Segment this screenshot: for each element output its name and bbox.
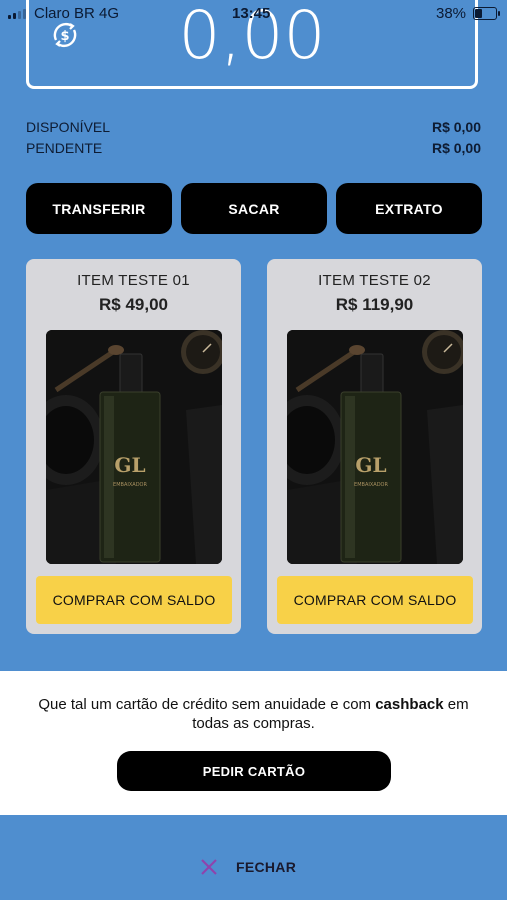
product-card: ITEM TESTE 02 R$ 119,90 GL EMBAIXADOR CO… (267, 259, 482, 634)
clock: 13:45 (232, 5, 271, 22)
available-value: R$ 0,00 (431, 119, 481, 135)
transfer-button[interactable]: TRANSFERIR (26, 183, 172, 234)
product-name: ITEM TESTE 01 (77, 272, 190, 289)
pending-label: PENDENTE (26, 140, 103, 156)
svg-text:GL: GL (114, 453, 145, 477)
buy-with-balance-button[interactable]: COMPRAR COM SALDO (277, 576, 473, 624)
svg-text:EMBAIXADOR: EMBAIXADOR (354, 482, 388, 488)
svg-text:$: $ (60, 29, 69, 44)
credit-card-promo: Que tal um cartão de crédito sem anuidad… (0, 671, 507, 815)
status-bar: Claro BR 4G 13:45 38% (0, 0, 507, 28)
product-card: ITEM TESTE 01 R$ 49,00 GL EMBAIXADOR COM… (26, 259, 241, 634)
signal-icon (8, 9, 26, 19)
close-label: FECHAR (236, 859, 297, 875)
available-row: DISPONÍVEL R$ 0,00 (26, 119, 481, 135)
withdraw-button[interactable]: SACAR (181, 183, 327, 234)
buy-with-balance-button[interactable]: COMPRAR COM SALDO (36, 576, 232, 624)
product-image[interactable]: GL EMBAIXADOR (287, 330, 463, 564)
pending-value: R$ 0,00 (431, 140, 481, 156)
svg-text:GL: GL (355, 453, 386, 477)
available-label: DISPONÍVEL (26, 119, 111, 135)
promo-message: Que tal um cartão de crédito sem anuidad… (38, 696, 469, 732)
product-price: R$ 119,90 (335, 295, 414, 314)
product-price: R$ 49,00 (99, 295, 168, 314)
close-icon (201, 859, 217, 875)
svg-text:EMBAIXADOR: EMBAIXADOR (113, 482, 147, 488)
pending-row: PENDENTE R$ 0,00 (26, 140, 481, 156)
product-image[interactable]: GL EMBAIXADOR (46, 330, 222, 564)
battery-percent: 38% (436, 5, 467, 22)
order-card-button[interactable]: PEDIR CARTÃO (117, 751, 391, 791)
product-name: ITEM TESTE 02 (318, 272, 431, 289)
statement-button[interactable]: EXTRATO (336, 183, 482, 234)
close-button[interactable]: FECHAR (200, 858, 296, 876)
battery-icon (473, 7, 500, 20)
carrier-label: Claro BR 4G (34, 5, 120, 22)
